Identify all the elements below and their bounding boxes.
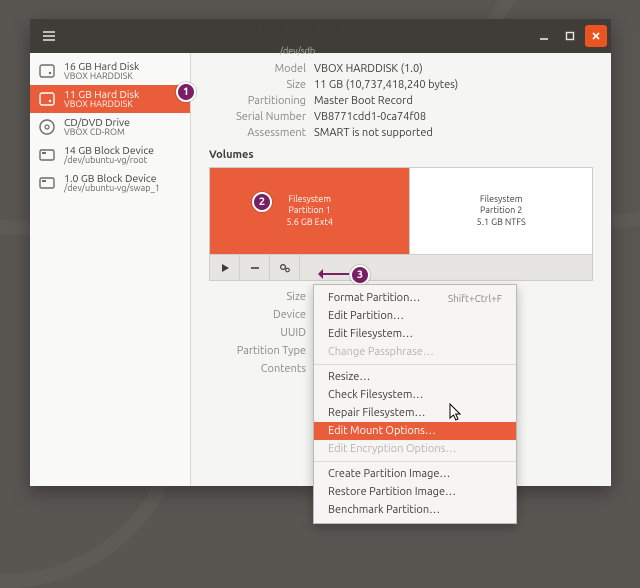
volume-partition-2[interactable]: Filesystem Partition 2 5.1 GB NTFS xyxy=(410,168,592,254)
menu-separator xyxy=(314,364,516,365)
menu-item-accel: Shift+Ctrl+F xyxy=(448,293,502,304)
minus-icon xyxy=(250,263,260,273)
serial-value: VB8771cdd1-0ca74f08 xyxy=(314,111,593,123)
part-value: Master Boot Record xyxy=(314,95,593,107)
menu-item-2[interactable]: Edit Filesystem… xyxy=(314,325,516,343)
model-label: Model xyxy=(209,63,314,75)
menu-item-12[interactable]: Restore Partition Image… xyxy=(314,483,516,501)
menu-item-1[interactable]: Edit Partition… xyxy=(314,307,516,325)
vol1-sub1: Partition 1 xyxy=(289,205,331,216)
hamburger-icon xyxy=(43,31,55,41)
vol2-sub1: Partition 2 xyxy=(480,205,522,216)
menu-separator xyxy=(314,461,516,462)
app-menu-button[interactable] xyxy=(38,25,60,47)
device-sub: VBOX HARDDISK xyxy=(64,100,139,109)
assess-value: SMART is not supported xyxy=(314,127,593,139)
sidebar-device-0[interactable]: 16 GB Hard DiskVBOX HARDDISK xyxy=(30,57,190,85)
vol2-title: Filesystem xyxy=(480,194,523,205)
menu-item-label: Edit Mount Options… xyxy=(328,425,436,437)
menu-item-label: Restore Partition Image… xyxy=(328,486,456,498)
device-icon xyxy=(36,60,58,82)
minimize-button[interactable] xyxy=(533,25,555,47)
close-button[interactable] xyxy=(585,25,607,47)
window-title: 11 GB Hard Disk xyxy=(66,15,529,46)
device-sub: /dev/ubuntu-vg/root xyxy=(64,156,154,165)
delete-partition-button[interactable] xyxy=(240,255,270,281)
device-icon xyxy=(36,116,58,138)
mount-play-button[interactable] xyxy=(210,255,240,281)
model-value: VBOX HARDDISK (1.0) xyxy=(314,63,593,75)
sidebar-device-4[interactable]: 1.0 GB Block Device/dev/ubuntu-vg/swap_1 xyxy=(30,169,190,197)
minimize-icon xyxy=(539,31,549,41)
menu-item-label: Create Partition Image… xyxy=(328,468,450,480)
menu-item-label: Benchmark Partition… xyxy=(328,504,440,516)
vol1-title: Filesystem xyxy=(288,194,331,205)
menu-item-11[interactable]: Create Partition Image… xyxy=(314,465,516,483)
device-sub: VBOX CD-ROM xyxy=(64,128,130,137)
gears-icon xyxy=(279,262,291,274)
play-icon xyxy=(220,263,230,273)
menu-item-label: Edit Encryption Options… xyxy=(328,443,456,455)
size-label: Size xyxy=(209,79,314,91)
maximize-icon xyxy=(565,31,575,41)
device-icon xyxy=(36,144,58,166)
below-size-label: Size xyxy=(209,291,314,303)
serial-label: Serial Number xyxy=(209,111,314,123)
device-sub: VBOX HARDDISK xyxy=(64,72,139,81)
menu-item-label: Resize… xyxy=(328,371,370,383)
sidebar-device-3[interactable]: 14 GB Block Device/dev/ubuntu-vg/root xyxy=(30,141,190,169)
menu-item-label: Check Filesystem… xyxy=(328,389,423,401)
maximize-button[interactable] xyxy=(559,25,581,47)
more-options-button[interactable] xyxy=(270,255,300,281)
volumes-heading: Volumes xyxy=(209,149,593,161)
below-contents-label: Contents xyxy=(209,363,314,375)
size-value: 11 GB (10,737,418,240 bytes) xyxy=(314,79,593,91)
volumes-diagram: Filesystem Partition 1 5.6 GB Ext4 Files… xyxy=(209,167,593,281)
menu-item-label: Change Passphrase… xyxy=(328,346,434,358)
menu-item-7[interactable]: Repair Filesystem… xyxy=(314,404,516,422)
sidebar-device-2[interactable]: CD/DVD DriveVBOX CD-ROM xyxy=(30,113,190,141)
menu-item-label: Edit Filesystem… xyxy=(328,328,413,340)
sidebar-device-1[interactable]: 11 GB Hard DiskVBOX HARDDISK xyxy=(30,85,190,113)
below-ptype-label: Partition Type xyxy=(209,345,314,357)
vol1-sub2: 5.6 GB Ext4 xyxy=(286,217,332,228)
device-icon xyxy=(36,88,58,110)
device-sub: /dev/ubuntu-vg/swap_1 xyxy=(64,184,160,193)
menu-item-13[interactable]: Benchmark Partition… xyxy=(314,501,516,519)
menu-item-label: Format Partition… xyxy=(328,292,420,304)
device-icon xyxy=(36,172,58,194)
device-sidebar: 16 GB Hard DiskVBOX HARDDISK11 GB Hard D… xyxy=(30,53,191,486)
below-uuid-label: UUID xyxy=(209,327,314,339)
volume-partition-1[interactable]: Filesystem Partition 1 5.6 GB Ext4 xyxy=(210,168,410,254)
menu-item-8[interactable]: Edit Mount Options… xyxy=(314,422,516,440)
menu-item-5[interactable]: Resize… xyxy=(314,368,516,386)
partition-options-menu: Format Partition… Shift+Ctrl+F Edit Partit… xyxy=(313,284,517,524)
menu-item-label: Edit Partition… xyxy=(328,310,404,322)
menu-item-3: Change Passphrase… xyxy=(314,343,516,361)
menu-item-6[interactable]: Check Filesystem… xyxy=(314,386,516,404)
vol2-sub2: 5.1 GB NTFS xyxy=(477,217,526,228)
volume-toolbar xyxy=(210,254,592,280)
menu-item-0[interactable]: Format Partition… Shift+Ctrl+F xyxy=(314,289,516,307)
titlebar: 11 GB Hard Disk /dev/sdb xyxy=(30,19,611,53)
menu-item-label: Repair Filesystem… xyxy=(328,407,425,419)
assess-label: Assessment xyxy=(209,127,314,139)
part-label: Partitioning xyxy=(209,95,314,107)
close-icon xyxy=(591,31,601,41)
below-device-label: Device xyxy=(209,309,314,321)
menu-item-9: Edit Encryption Options… xyxy=(314,440,516,458)
